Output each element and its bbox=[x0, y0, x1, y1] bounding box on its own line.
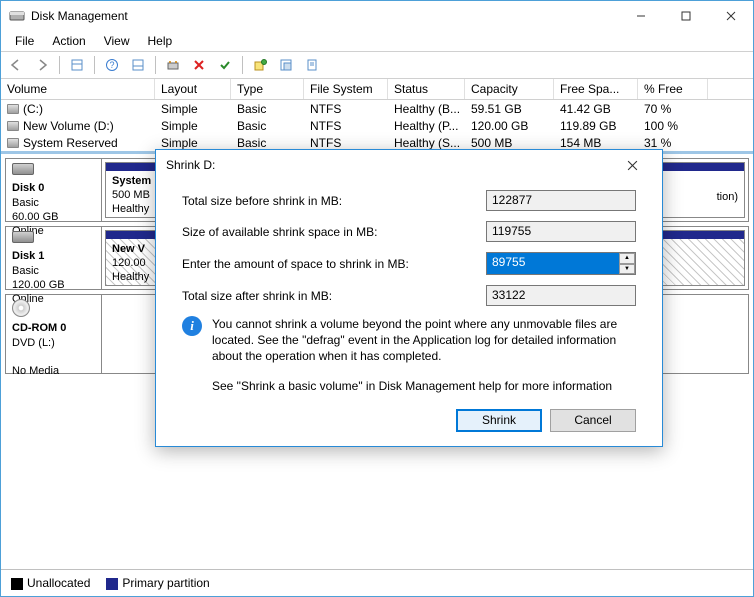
value-available: 119755 bbox=[486, 221, 636, 242]
volume-grid-body: (C:) Simple Basic NTFS Healthy (B... 59.… bbox=[1, 100, 753, 151]
help-button[interactable]: ? bbox=[101, 54, 123, 76]
view-top-button[interactable] bbox=[66, 54, 88, 76]
col-free[interactable]: Free Spa... bbox=[554, 79, 638, 99]
back-button[interactable] bbox=[5, 54, 27, 76]
volume-icon bbox=[7, 138, 19, 148]
col-capacity[interactable]: Capacity bbox=[465, 79, 554, 99]
help-text: See "Shrink a basic volume" in Disk Mana… bbox=[212, 379, 636, 393]
shrink-amount-input[interactable]: 89755 bbox=[486, 252, 636, 275]
spin-up-button[interactable]: ▲ bbox=[619, 253, 635, 264]
properties-button[interactable] bbox=[301, 54, 323, 76]
view-bottom-button[interactable] bbox=[127, 54, 149, 76]
info-icon: i bbox=[182, 316, 202, 336]
titlebar: Disk Management bbox=[1, 1, 753, 31]
shrink-button[interactable]: Shrink bbox=[456, 409, 542, 432]
dialog-close-button[interactable] bbox=[612, 151, 652, 179]
spin-down-button[interactable]: ▼ bbox=[619, 264, 635, 275]
delete-button[interactable] bbox=[188, 54, 210, 76]
volume-row[interactable]: New Volume (D:) Simple Basic NTFS Health… bbox=[1, 117, 753, 134]
dialog-title: Shrink D: bbox=[166, 158, 612, 172]
app-icon bbox=[9, 8, 25, 24]
toolbar: ? bbox=[1, 51, 753, 79]
col-fs[interactable]: File System bbox=[304, 79, 388, 99]
label-enter-amount: Enter the amount of space to shrink in M… bbox=[182, 257, 486, 271]
svg-text:?: ? bbox=[109, 60, 114, 70]
dialog-titlebar: Shrink D: bbox=[156, 150, 662, 180]
cancel-button[interactable]: Cancel bbox=[550, 409, 636, 432]
col-pct[interactable]: % Free bbox=[638, 79, 708, 99]
value-total-before: 122877 bbox=[486, 190, 636, 211]
menu-help[interactable]: Help bbox=[140, 32, 181, 50]
maximize-button[interactable] bbox=[663, 2, 708, 31]
settings-button[interactable] bbox=[162, 54, 184, 76]
legend-swatch-unallocated bbox=[11, 578, 23, 590]
menu-action[interactable]: Action bbox=[44, 32, 93, 50]
window-title: Disk Management bbox=[31, 9, 618, 23]
menu-file[interactable]: File bbox=[7, 32, 42, 50]
close-button[interactable] bbox=[708, 2, 753, 31]
label-total-after: Total size after shrink in MB: bbox=[182, 289, 486, 303]
col-layout[interactable]: Layout bbox=[155, 79, 231, 99]
forward-button[interactable] bbox=[31, 54, 53, 76]
volume-icon bbox=[7, 104, 19, 114]
apply-button[interactable] bbox=[214, 54, 236, 76]
col-volume[interactable]: Volume bbox=[1, 79, 155, 99]
volume-icon bbox=[7, 121, 19, 131]
legend-swatch-primary bbox=[106, 578, 118, 590]
cdrom-icon bbox=[12, 299, 30, 317]
shrink-dialog: Shrink D: Total size before shrink in MB… bbox=[155, 149, 663, 447]
value-total-after: 33122 bbox=[486, 285, 636, 306]
label-total-before: Total size before shrink in MB: bbox=[182, 194, 486, 208]
disk-label: Disk 1 Basic 120.00 GB Online bbox=[6, 227, 102, 289]
menu-view[interactable]: View bbox=[96, 32, 138, 50]
menubar: File Action View Help bbox=[1, 31, 753, 51]
new-partition-button[interactable] bbox=[249, 54, 271, 76]
disk-label: CD-ROM 0 DVD (L:) No Media bbox=[6, 295, 102, 373]
legend: Unallocated Primary partition bbox=[1, 569, 753, 596]
volume-grid-header: Volume Layout Type File System Status Ca… bbox=[1, 79, 753, 100]
col-status[interactable]: Status bbox=[388, 79, 465, 99]
resize-button[interactable] bbox=[275, 54, 297, 76]
label-available: Size of available shrink space in MB: bbox=[182, 225, 486, 239]
col-type[interactable]: Type bbox=[231, 79, 304, 99]
disk-icon bbox=[12, 163, 34, 175]
info-text: You cannot shrink a volume beyond the po… bbox=[212, 316, 636, 365]
volume-row[interactable]: (C:) Simple Basic NTFS Healthy (B... 59.… bbox=[1, 100, 753, 117]
disk-label: Disk 0 Basic 60.00 GB Online bbox=[6, 159, 102, 221]
minimize-button[interactable] bbox=[618, 2, 663, 31]
disk-icon bbox=[12, 231, 34, 243]
